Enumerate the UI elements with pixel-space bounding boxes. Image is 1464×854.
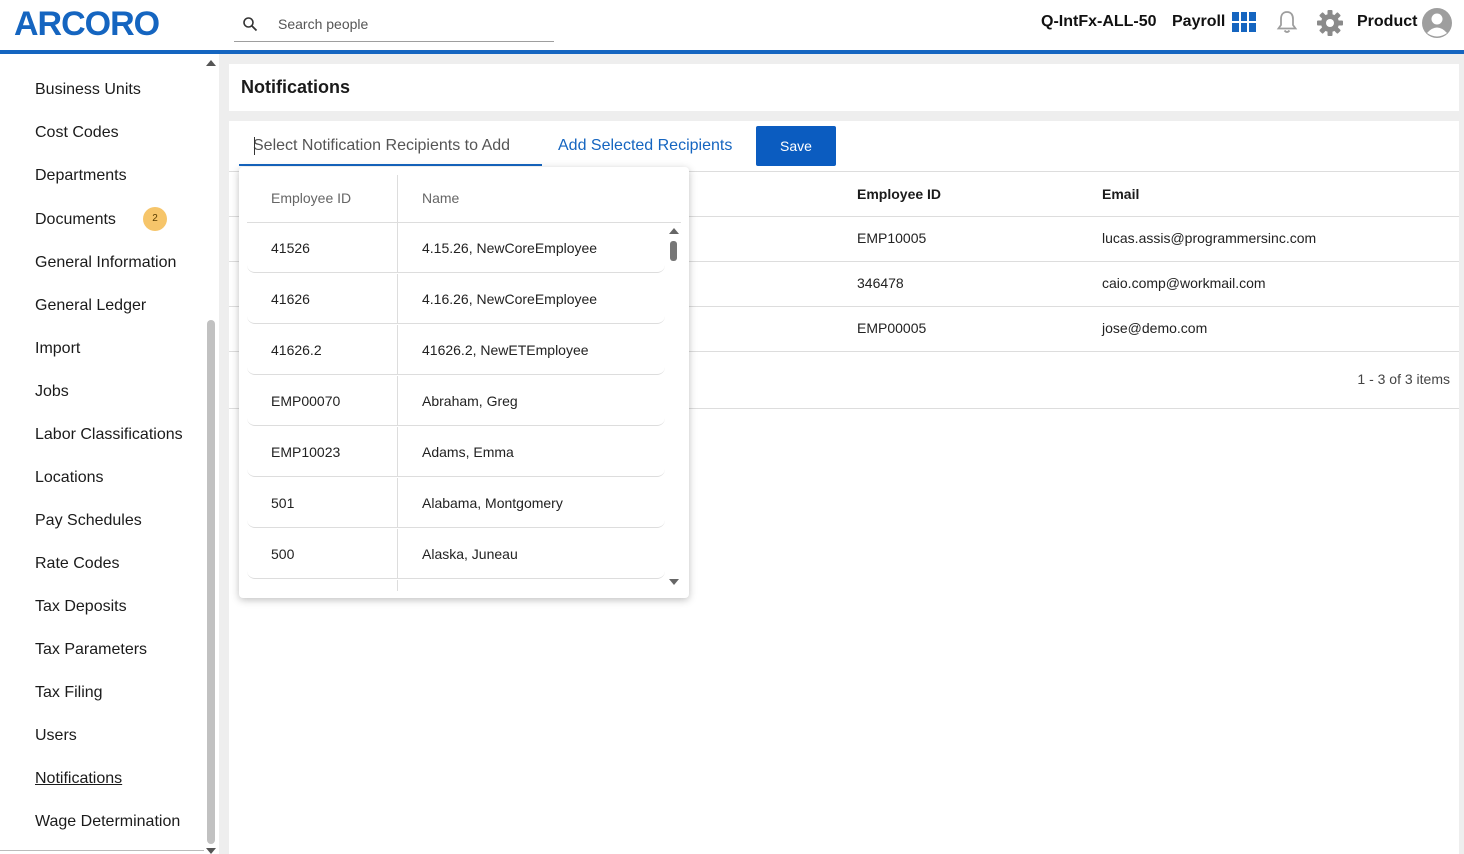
search-icon	[243, 17, 258, 32]
column-header-employee-id[interactable]: Employee ID	[857, 186, 941, 202]
option-name: 4.15.26, NewCoreEmployee	[422, 240, 598, 256]
column-divider	[397, 223, 398, 273]
app-grid-icon[interactable]	[1232, 12, 1256, 32]
top-header: ARCORO Q-IntFx-ALL-50 Payroll Product	[0, 0, 1464, 50]
sidebar-item-departments[interactable]: Departments	[35, 167, 127, 185]
bell-icon[interactable]	[1275, 9, 1299, 35]
recipient-select-input[interactable]	[253, 134, 538, 158]
gear-icon[interactable]	[1315, 8, 1345, 38]
dropdown-column-name: Name	[422, 190, 460, 206]
dropdown-option[interactable]: 41626 4.16.26, NewCoreEmployee	[247, 274, 665, 324]
sidebar-item-import[interactable]: Import	[35, 340, 80, 358]
scroll-up-arrow-icon[interactable]	[669, 228, 679, 234]
option-employee-id: EMP00070	[271, 393, 341, 409]
option-name: Alaska, Juneau	[422, 546, 518, 562]
dropdown-option[interactable]: 41626.2 41626.2, NewETEmployee	[247, 325, 665, 375]
sidebar-item-tax-parameters[interactable]: Tax Parameters	[35, 641, 147, 659]
text-caret	[254, 137, 255, 155]
sidebar-item-business-units[interactable]: Business Units	[35, 81, 141, 99]
sidebar-item-locations[interactable]: Locations	[35, 469, 104, 487]
sidebar-divider	[0, 850, 204, 851]
option-employee-id: EMP10023	[271, 444, 341, 460]
sidebar-item-cost-codes[interactable]: Cost Codes	[35, 124, 119, 142]
pager-info: 1 - 3 of 3 items	[1357, 371, 1450, 387]
column-divider	[397, 529, 398, 579]
column-divider	[397, 175, 398, 223]
table-cell-employee-id: EMP00005	[857, 320, 927, 336]
option-name: Abraham, Greg	[422, 393, 518, 409]
sidebar-scrollbar[interactable]	[203, 54, 219, 854]
option-employee-id: 41626	[271, 291, 310, 307]
scroll-down-arrow-icon[interactable]	[206, 848, 216, 854]
page-title: Notifications	[241, 77, 351, 97]
table-cell-employee-id: 346478	[857, 275, 904, 291]
table-cell-employee-id: EMP10005	[857, 230, 927, 246]
avatar-icon[interactable]	[1421, 7, 1453, 39]
column-divider	[397, 580, 398, 591]
sidebar-item-users[interactable]: Users	[35, 727, 77, 745]
dropdown-option[interactable]: 501 Alabama, Montgomery	[247, 478, 665, 528]
sidebar-item-wage-determination[interactable]: Wage Determination	[35, 813, 180, 831]
option-name: 41626.2, NewETEmployee	[422, 342, 589, 358]
add-selected-recipients-link[interactable]: Add Selected Recipients	[558, 137, 732, 155]
title-panel: Notifications	[229, 64, 1459, 111]
scroll-down-arrow-icon[interactable]	[669, 579, 679, 585]
sidebar-item-labor-classifications[interactable]: Labor Classifications	[35, 426, 183, 444]
column-divider	[397, 427, 398, 477]
dropdown-column-employee-id: Employee ID	[271, 190, 352, 206]
dropdown-list: 41526 4.15.26, NewCoreEmployee 41626 4.1…	[247, 223, 665, 591]
option-employee-id: 501	[271, 495, 295, 511]
option-employee-id: 41526	[271, 240, 310, 256]
option-employee-id: 500	[271, 546, 295, 562]
sidebar-item-jobs[interactable]: Jobs	[35, 383, 69, 401]
scroll-up-arrow-icon[interactable]	[206, 60, 216, 66]
sidebar-item-general-ledger[interactable]: General Ledger	[35, 297, 146, 315]
dropdown-option[interactable]: EMP00070 Abraham, Greg	[247, 376, 665, 426]
table-cell-email: lucas.assis@programmersinc.com	[1102, 230, 1317, 246]
sidebar-item-documents[interactable]: Documents	[35, 211, 116, 229]
dropdown-option[interactable]: 500 Alaska, Juneau	[247, 529, 665, 579]
user-name[interactable]: Product	[1357, 13, 1417, 31]
table-cell-email: caio.comp@workmail.com	[1102, 275, 1266, 291]
recipient-dropdown: Employee ID Name 41526 4.15.26, NewCoreE…	[239, 167, 689, 598]
table-cell-email: jose@demo.com	[1102, 320, 1208, 336]
option-employee-id: 41626.2	[271, 342, 322, 358]
column-divider	[397, 274, 398, 324]
arcoro-logo[interactable]: ARCORO	[14, 5, 160, 44]
column-divider	[397, 376, 398, 426]
dropdown-header: Employee ID Name	[247, 175, 681, 223]
sidebar-item-general-information[interactable]: General Information	[35, 254, 176, 272]
module-label[interactable]: Payroll	[1172, 13, 1225, 31]
sidebar-item-rate-codes[interactable]: Rate Codes	[35, 555, 120, 573]
save-button[interactable]: Save	[756, 126, 836, 166]
documents-count-badge: 2	[143, 207, 167, 231]
dropdown-option[interactable]: 41526 4.15.26, NewCoreEmployee	[247, 223, 665, 273]
sidebar-item-tax-deposits[interactable]: Tax Deposits	[35, 598, 127, 616]
dropdown-option-partial[interactable]	[247, 580, 665, 591]
sidebar-item-notifications[interactable]: Notifications	[35, 770, 122, 788]
people-search[interactable]	[234, 6, 554, 42]
search-input[interactable]	[278, 12, 538, 36]
column-divider	[397, 325, 398, 375]
option-name: Adams, Emma	[422, 444, 514, 460]
column-header-email[interactable]: Email	[1102, 186, 1139, 202]
option-name: 4.16.26, NewCoreEmployee	[422, 291, 598, 307]
dropdown-option[interactable]: EMP10023 Adams, Emma	[247, 427, 665, 477]
dropdown-scrollbar[interactable]	[667, 223, 681, 591]
dropdown-scroll-thumb[interactable]	[670, 241, 677, 261]
sidebar-item-pay-schedules[interactable]: Pay Schedules	[35, 512, 142, 530]
sidebar-scroll-thumb[interactable]	[207, 320, 215, 844]
company-selector[interactable]: Q-IntFx-ALL-50	[1041, 13, 1157, 31]
sidebar: Business Units Cost Codes Departments Do…	[0, 54, 219, 854]
column-divider	[397, 478, 398, 528]
recipient-select[interactable]	[239, 126, 542, 166]
option-name: Alabama, Montgomery	[422, 495, 563, 511]
sidebar-item-tax-filing[interactable]: Tax Filing	[35, 684, 103, 702]
